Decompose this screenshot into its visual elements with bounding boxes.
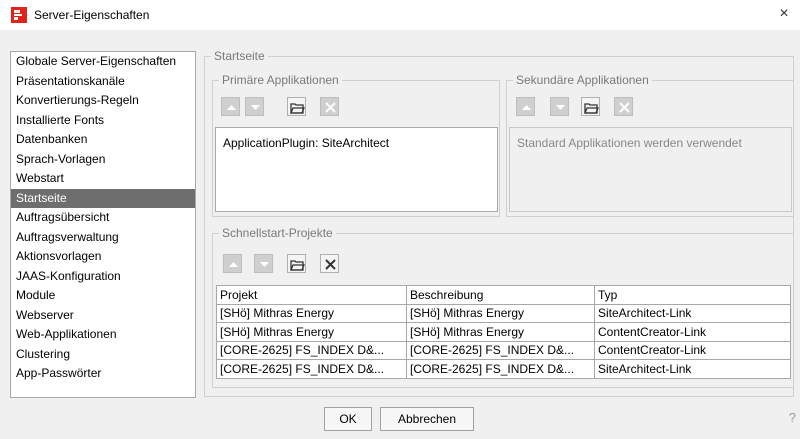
quickstart-table[interactable]: Projekt Beschreibung Typ [SHö] Mithras E… [216, 285, 791, 379]
column-header-beschreibung[interactable]: Beschreibung [406, 285, 595, 305]
table-row[interactable]: [CORE-2625] FS_INDEX D&... [CORE-2625] F… [216, 359, 791, 379]
nav-item[interactable]: Clustering [11, 345, 195, 365]
table-row[interactable]: [SHö] Mithras Energy [SHö] Mithras Energ… [216, 322, 791, 342]
nav-item[interactable]: Globale Server-Eigenschaften [11, 52, 195, 72]
settings-nav-list[interactable]: Globale Server-Eigenschaften Präsentatio… [10, 51, 196, 398]
primary-apps-list[interactable]: ApplicationPlugin: SiteArchitect [215, 127, 498, 212]
move-up-button[interactable] [221, 97, 240, 116]
move-down-button[interactable] [245, 97, 264, 116]
nav-item[interactable]: Aktionsvorlagen [11, 247, 195, 267]
ok-button[interactable]: OK [324, 407, 372, 431]
nav-item[interactable]: Webstart [11, 169, 195, 189]
delete-icon [619, 102, 630, 113]
nav-item[interactable]: Module [11, 286, 195, 306]
nav-item[interactable]: Sprach-Vorlagen [11, 150, 195, 170]
table-row[interactable]: [CORE-2625] FS_INDEX D&... [CORE-2625] F… [216, 340, 791, 360]
move-down-icon [251, 105, 260, 110]
nav-item[interactable]: Auftragsübersicht [11, 208, 195, 228]
cell-projekt: [SHö] Mithras Energy [216, 303, 407, 323]
secondary-remove-application-button[interactable] [614, 97, 633, 116]
nav-item[interactable]: Datenbanken [11, 130, 195, 150]
move-up-icon [227, 105, 236, 110]
primary-apps-legend: Primäre Applikationen [219, 73, 342, 87]
quickstart-move-down-button[interactable] [254, 254, 273, 273]
nav-item[interactable]: Auftragsverwaltung [11, 228, 195, 248]
nav-item[interactable]: Webserver [11, 306, 195, 326]
move-up-icon [229, 262, 238, 267]
list-item[interactable]: ApplicationPlugin: SiteArchitect [223, 136, 389, 150]
add-application-button[interactable] [287, 97, 306, 116]
cell-beschreibung: [CORE-2625] FS_INDEX D&... [406, 340, 595, 360]
title-bar: Server-Eigenschaften × [0, 0, 800, 30]
cell-projekt: [CORE-2625] FS_INDEX D&... [216, 340, 407, 360]
table-row[interactable]: [SHö] Mithras Energy [SHö] Mithras Energ… [216, 303, 791, 323]
secondary-move-down-button[interactable] [550, 97, 569, 116]
close-icon[interactable]: × [774, 4, 794, 24]
cell-projekt: [SHö] Mithras Energy [216, 322, 407, 342]
open-folder-icon [584, 103, 599, 114]
delete-icon [325, 259, 336, 270]
app-logo-icon [11, 7, 27, 23]
window-title: Server-Eigenschaften [34, 8, 150, 22]
cell-typ: SiteArchitect-Link [594, 303, 791, 323]
startseite-legend: Startseite [211, 49, 268, 63]
column-header-typ[interactable]: Typ [594, 285, 791, 305]
quickstart-legend: Schnellstart-Projekte [219, 226, 336, 240]
table-header-row: Projekt Beschreibung Typ [216, 285, 791, 305]
open-folder-icon [290, 260, 305, 271]
delete-icon [325, 102, 336, 113]
cell-typ: ContentCreator-Link [594, 322, 791, 342]
secondary-move-up-button[interactable] [516, 97, 535, 116]
move-up-icon [522, 105, 531, 110]
secondary-apps-legend: Sekundäre Applikationen [513, 73, 652, 87]
nav-item[interactable]: Installierte Fonts [11, 111, 195, 131]
move-down-icon [260, 262, 269, 267]
secondary-add-application-button[interactable] [581, 97, 600, 116]
cell-beschreibung: [CORE-2625] FS_INDEX D&... [406, 359, 595, 379]
cell-typ: ContentCreator-Link [594, 340, 791, 360]
quickstart-add-button[interactable] [287, 254, 306, 273]
open-folder-icon [290, 103, 305, 114]
nav-item[interactable]: JAAS-Konfiguration [11, 267, 195, 287]
move-down-icon [556, 105, 565, 110]
nav-item[interactable]: Konvertierungs-Regeln [11, 91, 195, 111]
help-icon[interactable]: ? [789, 410, 796, 425]
nav-item[interactable]: App-Passwörter [11, 364, 195, 384]
secondary-apps-list[interactable]: Standard Applikationen werden verwendet [509, 127, 792, 212]
remove-application-button[interactable] [320, 97, 339, 116]
column-header-projekt[interactable]: Projekt [216, 285, 407, 305]
cancel-button[interactable]: Abbrechen [380, 407, 474, 431]
cell-projekt: [CORE-2625] FS_INDEX D&... [216, 359, 407, 379]
cell-beschreibung: [SHö] Mithras Energy [406, 303, 595, 323]
list-placeholder: Standard Applikationen werden verwendet [517, 136, 742, 150]
nav-item[interactable]: Web-Applikationen [11, 325, 195, 345]
cell-typ: SiteArchitect-Link [594, 359, 791, 379]
quickstart-delete-button[interactable] [320, 254, 339, 273]
nav-item-selected[interactable]: Startseite [11, 188, 195, 208]
nav-item[interactable]: Präsentationskanäle [11, 72, 195, 92]
cell-beschreibung: [SHö] Mithras Energy [406, 322, 595, 342]
quickstart-move-up-button[interactable] [223, 254, 242, 273]
